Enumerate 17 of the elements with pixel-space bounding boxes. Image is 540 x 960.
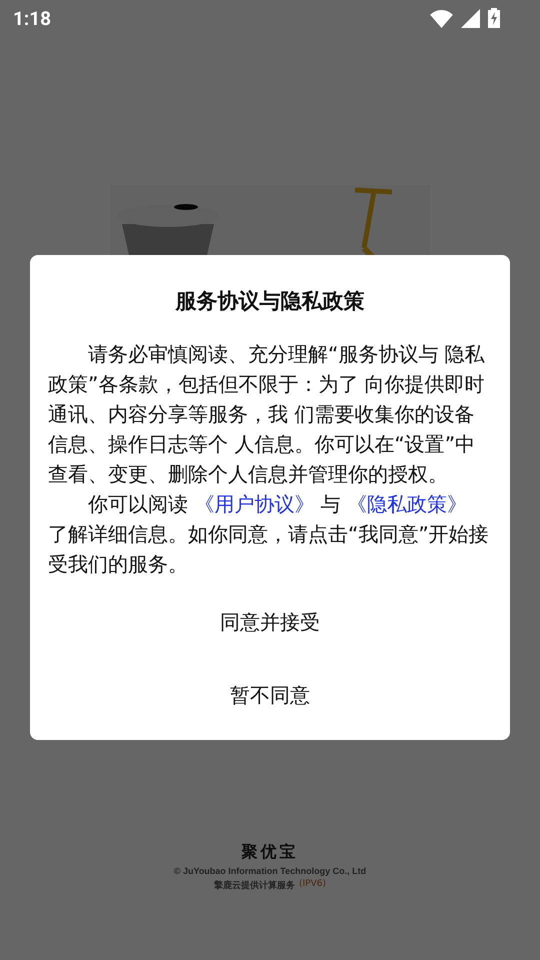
status-time: 1:18: [13, 6, 52, 30]
body-text: 你可以阅读: [88, 492, 188, 516]
copyright-text: © JuYoubao Information Technology Co., Ltd: [174, 866, 366, 876]
policy-link[interactable]: 《用户协议》: [194, 492, 314, 516]
dialog-title: 服务协议与隐私政策: [174, 288, 366, 315]
ipv6-tag: (IPV6): [298, 879, 326, 892]
wifi-icon: [430, 8, 453, 28]
hosting-text: 擎鹿云提供计算服务: [214, 879, 295, 892]
body-text: 了解详细信息。如你同意，请点击“我同意”开始接受我们的服务。: [48, 522, 489, 576]
body-text: 请务必审慎阅读、充分理解“服务协议与 隐私政策”各条款，包括但不限于：为了 向你提供即时通讯、内容分享等服务，我 们需要收集你的设备信息、操作日志等个 人信息。你可以在“设置”中查看、变更、删除个人信息并管理你的授权。: [48, 342, 485, 486]
app-name: 聚优宝: [241, 842, 298, 863]
signal-icon: [461, 8, 480, 28]
body-text: 与: [320, 492, 341, 516]
decline-button[interactable]: 暂不同意: [210, 678, 330, 713]
accept-button[interactable]: 同意并接受: [200, 605, 340, 640]
battery-icon: [488, 8, 500, 28]
policy-link[interactable]: 《隐私政策》: [347, 492, 468, 516]
